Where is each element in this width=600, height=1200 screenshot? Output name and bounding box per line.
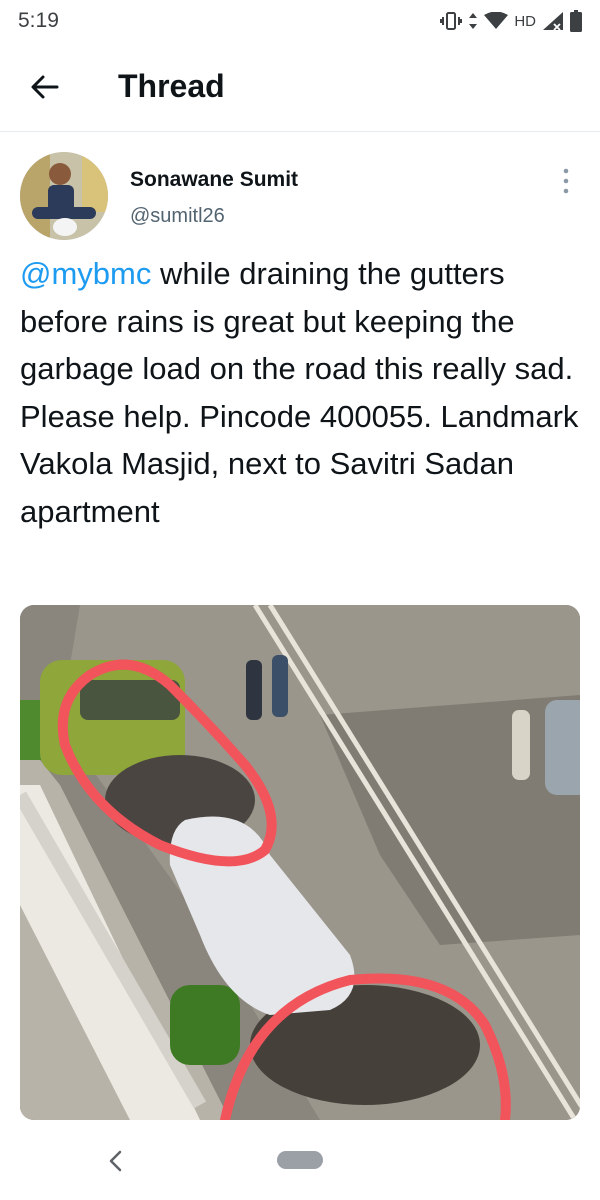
author-avatar[interactable] bbox=[20, 152, 108, 240]
more-vertical-icon bbox=[563, 168, 569, 194]
back-arrow-icon bbox=[31, 75, 59, 98]
status-bar: 5:19 HD bbox=[0, 0, 600, 42]
network-type: HD bbox=[514, 12, 536, 30]
mention-link[interactable]: @mybmc bbox=[20, 256, 151, 291]
tweet-text: @mybmc while draining the gutters before… bbox=[20, 250, 580, 535]
vibrate-icon bbox=[440, 12, 463, 30]
status-time: 5:19 bbox=[18, 9, 59, 32]
author-name[interactable]: Sonawane Sumit bbox=[130, 168, 298, 192]
app-header: Thread bbox=[0, 42, 600, 132]
author-handle[interactable]: @sumitl26 bbox=[130, 205, 225, 228]
data-arrows-icon bbox=[469, 13, 478, 29]
nav-home-pill[interactable] bbox=[277, 1151, 323, 1169]
more-options-button[interactable] bbox=[556, 166, 576, 196]
back-button[interactable] bbox=[20, 62, 70, 112]
tweet-body: while draining the gutters before rains … bbox=[20, 256, 579, 529]
page-title: Thread bbox=[118, 68, 225, 104]
wifi-icon bbox=[484, 12, 509, 29]
cell-signal-icon bbox=[543, 12, 563, 31]
tweet-photo[interactable] bbox=[20, 605, 580, 1120]
avatar-photo bbox=[20, 152, 108, 240]
nav-back-button[interactable] bbox=[104, 1148, 128, 1174]
status-icons: HD bbox=[440, 10, 582, 32]
battery-icon bbox=[570, 10, 582, 32]
street-photo bbox=[20, 605, 580, 1120]
nav-back-icon bbox=[109, 1150, 122, 1172]
